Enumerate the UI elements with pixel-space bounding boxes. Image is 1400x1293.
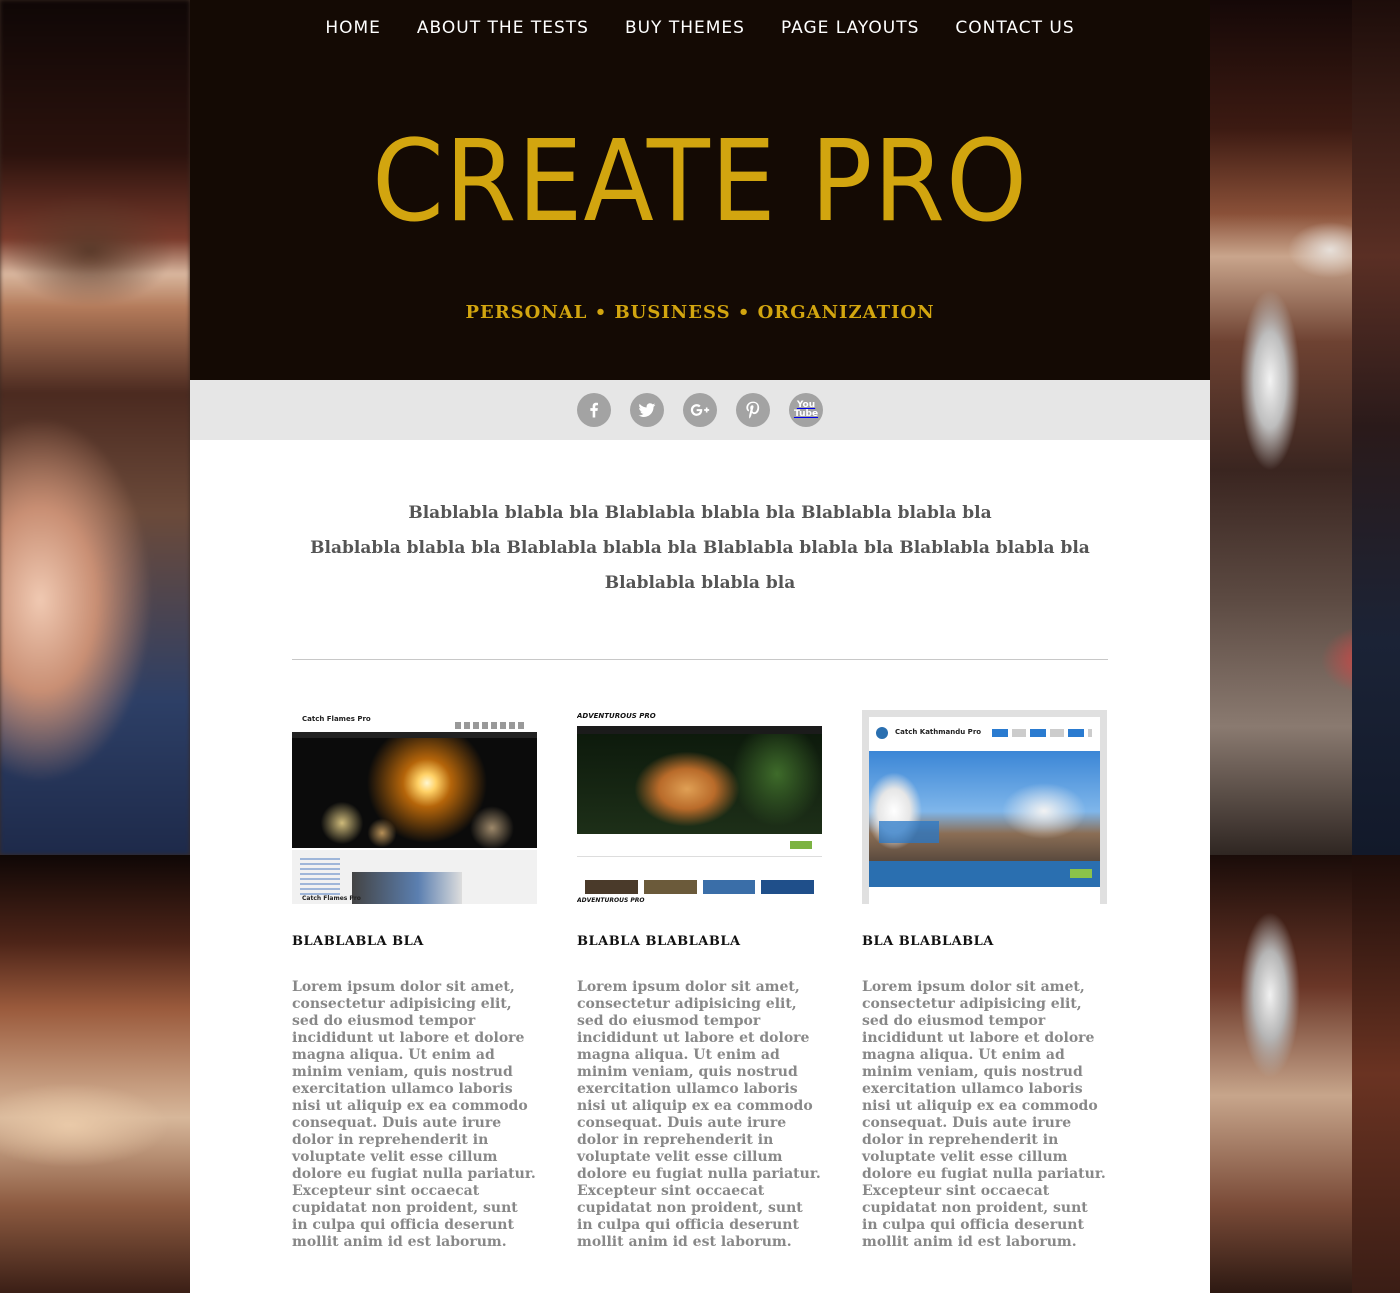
thumb-footer-title: Catch Flames Pro [302, 895, 361, 902]
feature-card: Catch Flames Pro Catch Flames Pro BLABLA… [292, 710, 537, 1251]
thumb-image [585, 880, 638, 894]
site-header: HOME ABOUT THE TESTS BUY THEMES PAGE LAY… [190, 0, 1210, 380]
intro-line: Blablabla blabla bla Blablabla blabla bl… [408, 503, 992, 523]
nav-home[interactable]: HOME [325, 18, 381, 38]
feature-title: BLA BLABLABLA [862, 934, 994, 949]
background-left-top [0, 0, 190, 855]
thumb-hero-temple [869, 751, 1100, 861]
site-tagline: PERSONAL • BUSINESS • ORGANIZATION [465, 302, 935, 323]
nav-page-layouts[interactable]: PAGE LAYOUTS [781, 18, 919, 38]
features-row: Catch Flames Pro Catch Flames Pro BLABLA… [292, 710, 1108, 1251]
thumb-buy-button [790, 841, 812, 849]
thumb-nav [992, 729, 1092, 737]
thumb-promo-band [869, 861, 1100, 887]
feature-title: BLABLA BLABLABLA [577, 934, 741, 949]
intro-text: Blablabla blabla bla Blablabla blabla bl… [292, 496, 1108, 601]
background-left-bottom [0, 855, 190, 1293]
thumb-featured-images [585, 880, 814, 894]
thumb-title: Catch Kathmandu Pro [895, 728, 982, 736]
page-container: HOME ABOUT THE TESTS BUY THEMES PAGE LAY… [190, 0, 1210, 1293]
feature-card: ADVENTUROUS PRO ADVENTUROUS PRO BLABLA B… [577, 710, 822, 1251]
thumb-logo-icon [876, 727, 888, 739]
thumb-footer-title: ADVENTUROUS PRO [577, 897, 645, 904]
feature-body: Lorem ipsum dolor sit amet, consectetur … [577, 979, 821, 1250]
feature-body: Lorem ipsum dolor sit amet, consectetur … [862, 979, 1106, 1250]
intro-line: Blablabla blabla bla Blablabla blabla bl… [310, 538, 1090, 558]
site-title[interactable]: CREATE PRO [231, 118, 1169, 246]
feature-title: BLABLABLA BLA [292, 934, 424, 949]
nav-buy-themes[interactable]: BUY THEMES [625, 18, 745, 38]
facebook-icon[interactable] [577, 393, 611, 427]
thumb-promo-strip [577, 838, 822, 857]
thumb-hero-sparkler [292, 738, 537, 848]
thumb-title: Catch Flames Pro [302, 715, 371, 723]
feature-card: Catch Kathmandu Pro BLA BLABLABLA Lorem … [862, 710, 1107, 1251]
background-far-right-bottom [1352, 855, 1400, 1293]
thumb-image [761, 880, 814, 894]
nav-contact-us[interactable]: CONTACT US [955, 18, 1074, 38]
thumb-caption-box [879, 821, 939, 843]
thumb-image [643, 880, 697, 894]
youtube-icon[interactable]: You Tube [789, 393, 823, 427]
thumb-content: Catch Flames Pro [292, 850, 537, 904]
google-plus-icon[interactable] [683, 393, 717, 427]
intro-line: Blablabla blabla bla [604, 573, 796, 593]
main-nav: HOME ABOUT THE TESTS BUY THEMES PAGE LAY… [190, 0, 1210, 56]
feature-thumbnail-adventurous[interactable]: ADVENTUROUS PRO ADVENTUROUS PRO [577, 710, 822, 904]
youtube-label: You Tube [793, 400, 819, 419]
thumb-buy-button [1070, 869, 1092, 878]
section-divider [292, 659, 1108, 660]
thumb-hero-tiger [577, 734, 822, 834]
thumb-menu-bar [577, 726, 822, 734]
thumb-featured-image [352, 872, 462, 904]
feature-thumbnail-catch-kathmandu[interactable]: Catch Kathmandu Pro [862, 710, 1107, 904]
thumb-header: Catch Flames Pro [292, 710, 537, 732]
twitter-icon[interactable] [630, 393, 664, 427]
pinterest-icon[interactable] [736, 393, 770, 427]
feature-body: Lorem ipsum dolor sit amet, consectetur … [292, 979, 536, 1250]
feature-thumbnail-catch-flames[interactable]: Catch Flames Pro Catch Flames Pro [292, 710, 537, 904]
thumb-image [702, 880, 756, 894]
thumb-social-icons [455, 722, 527, 729]
background-far-right [1352, 0, 1400, 855]
thumb-sidebar [300, 858, 340, 898]
nav-about-the-tests[interactable]: ABOUT THE TESTS [417, 18, 589, 38]
thumb-frame: Catch Kathmandu Pro [869, 717, 1100, 904]
social-bar: You Tube [190, 380, 1210, 440]
thumb-title: ADVENTUROUS PRO [577, 712, 656, 720]
